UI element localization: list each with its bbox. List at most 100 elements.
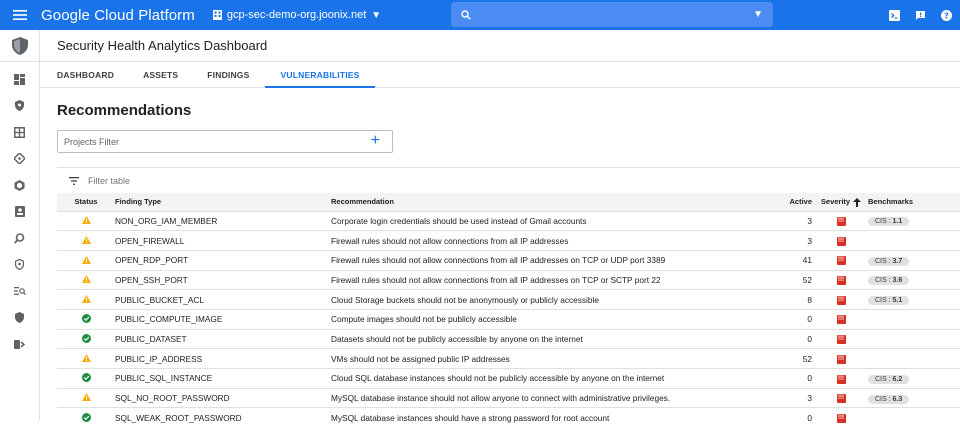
benchmark-id: 3.6 — [892, 277, 903, 285]
table-filter-bar[interactable]: Filter table — [57, 167, 960, 193]
benchmarks-cell — [865, 349, 960, 369]
severity-cell: !!! — [817, 369, 865, 389]
org-selector[interactable]: gcp-sec-demo-org.joonix.net ▼ — [212, 9, 381, 21]
nav-identity[interactable] — [0, 199, 39, 226]
finding-type-cell[interactable]: OPEN_RDP_PORT — [115, 250, 331, 270]
table-row[interactable]: SQL_WEAK_ROOT_PASSWORD MySQL database ins… — [57, 407, 960, 428]
nav-network[interactable] — [0, 146, 39, 173]
table-row[interactable]: NON_ORG_IAM_MEMBER Corporate login creden… — [57, 211, 960, 231]
benchmark-prefix: CIS : — [875, 375, 893, 383]
cloud-shell-button[interactable] — [886, 7, 902, 23]
nav-dashboard[interactable] — [0, 66, 39, 93]
finding-type-cell[interactable]: SQL_WEAK_ROOT_PASSWORD — [115, 408, 331, 428]
column-header-status[interactable]: Status — [57, 193, 115, 211]
table-row[interactable]: PUBLIC_COMPUTE_IMAGE Compute images shoul… — [57, 309, 960, 329]
nav-security[interactable] — [0, 93, 39, 120]
tab-bar: DASHBOARD ASSETS FINDINGS VULNERABILITIE… — [40, 62, 960, 88]
nav-assets[interactable] — [0, 119, 39, 146]
active-count-cell: 0 — [807, 333, 812, 344]
table-row[interactable]: SQL_NO_ROOT_PASSWORD MySQL database insta… — [57, 388, 960, 408]
nav-hexagon[interactable] — [0, 172, 39, 199]
recommendation-cell: Firewall rules should not allow connecti… — [331, 255, 666, 266]
column-header-severity[interactable]: Severity — [817, 193, 865, 211]
search-input[interactable]: ▼ — [451, 2, 773, 27]
finding-type-cell[interactable]: PUBLIC_BUCKET_ACL — [115, 290, 331, 310]
product-name[interactable]: Google Cloud Platform — [41, 7, 195, 24]
status-cell — [57, 349, 115, 369]
svg-text:?: ? — [944, 11, 949, 20]
nav-logs[interactable] — [0, 278, 39, 305]
diamond-icon — [14, 153, 25, 165]
filter-table-placeholder: Filter table — [88, 175, 131, 186]
finding-type-cell[interactable]: OPEN_SSH_PORT — [115, 270, 331, 290]
benchmark-chip: CIS : 5.1 — [868, 296, 910, 306]
benchmark-id: 6.3 — [892, 395, 903, 403]
warning-icon — [81, 354, 91, 364]
tab-findings[interactable]: FINDINGS — [207, 70, 249, 87]
column-header-finding-type[interactable]: Finding Type — [115, 193, 331, 211]
tab-dashboard[interactable]: DASHBOARD — [57, 70, 114, 87]
hamburger-icon — [13, 10, 27, 20]
help-button[interactable]: ? — [938, 7, 954, 23]
finding-type-cell[interactable]: SQL_NO_ROOT_PASSWORD — [115, 388, 331, 408]
severity-cell: !!! — [817, 211, 865, 231]
nav-policies[interactable] — [0, 252, 39, 279]
table-row[interactable]: OPEN_SSH_PORT Firewall rules should not a… — [57, 270, 960, 290]
benchmarks-cell — [865, 408, 960, 428]
table-row[interactable]: PUBLIC_SQL_INSTANCE Cloud SQL database in… — [57, 368, 960, 389]
status-cell — [57, 309, 115, 329]
tab-vulnerabilities[interactable]: VULNERABILITIES — [264, 70, 375, 88]
benchmark-chip: CIS : 1.1 — [868, 217, 910, 227]
shield-filled-icon — [15, 312, 24, 324]
benchmarks-cell: CIS : 5.1 — [865, 290, 960, 310]
nav-search-findings[interactable] — [0, 225, 39, 252]
status-cell — [57, 329, 115, 349]
notifications-button[interactable] — [912, 7, 928, 23]
severity-high-icon: !!! — [836, 414, 846, 424]
column-header-recommendation[interactable]: Recommendation — [331, 193, 763, 211]
badge-icon — [14, 206, 25, 218]
benchmarks-cell — [865, 309, 960, 329]
benchmark-chip: CIS : 3.7 — [868, 256, 910, 266]
search-dropdown-icon[interactable]: ▼ — [753, 9, 763, 20]
severity-cell: !!! — [817, 408, 865, 428]
finding-type-cell[interactable]: PUBLIC_SQL_INSTANCE — [115, 369, 331, 389]
vulnerabilities-table: Status Finding Type Recommendation Activ… — [57, 193, 960, 428]
severity-cell: !!! — [817, 388, 865, 408]
table-row[interactable]: PUBLIC_BUCKET_ACL Cloud Storage buckets s… — [57, 289, 960, 310]
severity-high-icon: !!! — [836, 236, 846, 246]
status-cell — [57, 408, 115, 428]
finding-type-cell[interactable]: OPEN_FIREWALL — [115, 231, 331, 251]
hexagon-icon — [14, 179, 25, 191]
finding-type-cell[interactable]: PUBLIC_IP_ADDRESS — [115, 349, 331, 369]
nav-protection[interactable] — [0, 305, 39, 332]
status-cell — [57, 388, 115, 408]
warning-icon — [81, 393, 91, 403]
table-row[interactable]: OPEN_FIREWALL Firewall rules should not a… — [57, 230, 960, 251]
finding-type-cell[interactable]: NON_ORG_IAM_MEMBER — [115, 211, 331, 231]
security-command-center-logo[interactable] — [0, 30, 39, 62]
table-row[interactable]: PUBLIC_IP_ADDRESS VMs should not be assig… — [57, 348, 960, 369]
active-count-cell: 52 — [802, 274, 812, 285]
add-filter-icon[interactable]: + — [371, 132, 380, 150]
finding-type-cell[interactable]: PUBLIC_COMPUTE_IMAGE — [115, 309, 331, 329]
table-row[interactable]: PUBLIC_DATASET Datasets should not be pub… — [57, 329, 960, 349]
active-count-cell: 3 — [807, 235, 812, 246]
list-search-icon — [13, 287, 26, 296]
severity-high-icon: !!! — [836, 256, 846, 266]
projects-filter-input[interactable]: Projects Filter + — [57, 130, 393, 153]
filter-list-icon[interactable] — [69, 176, 79, 185]
security-shield-icon — [15, 100, 24, 112]
feedback-icon — [915, 10, 925, 20]
tab-assets[interactable]: ASSETS — [143, 70, 178, 87]
column-header-active[interactable]: Active — [763, 193, 817, 211]
finding-type-cell[interactable]: PUBLIC_DATASET — [115, 329, 331, 349]
active-count-cell: 0 — [807, 314, 812, 325]
main-content: Security Health Analytics Dashboard DASH… — [40, 30, 960, 424]
recommendation-cell: Firewall rules should not allow connecti… — [331, 274, 661, 285]
menu-button[interactable] — [0, 0, 40, 30]
left-nav-rail — [0, 30, 40, 420]
table-row[interactable]: OPEN_RDP_PORT Firewall rules should not a… — [57, 250, 960, 270]
nav-audit[interactable] — [0, 331, 39, 358]
column-header-benchmarks[interactable]: Benchmarks — [865, 193, 960, 211]
